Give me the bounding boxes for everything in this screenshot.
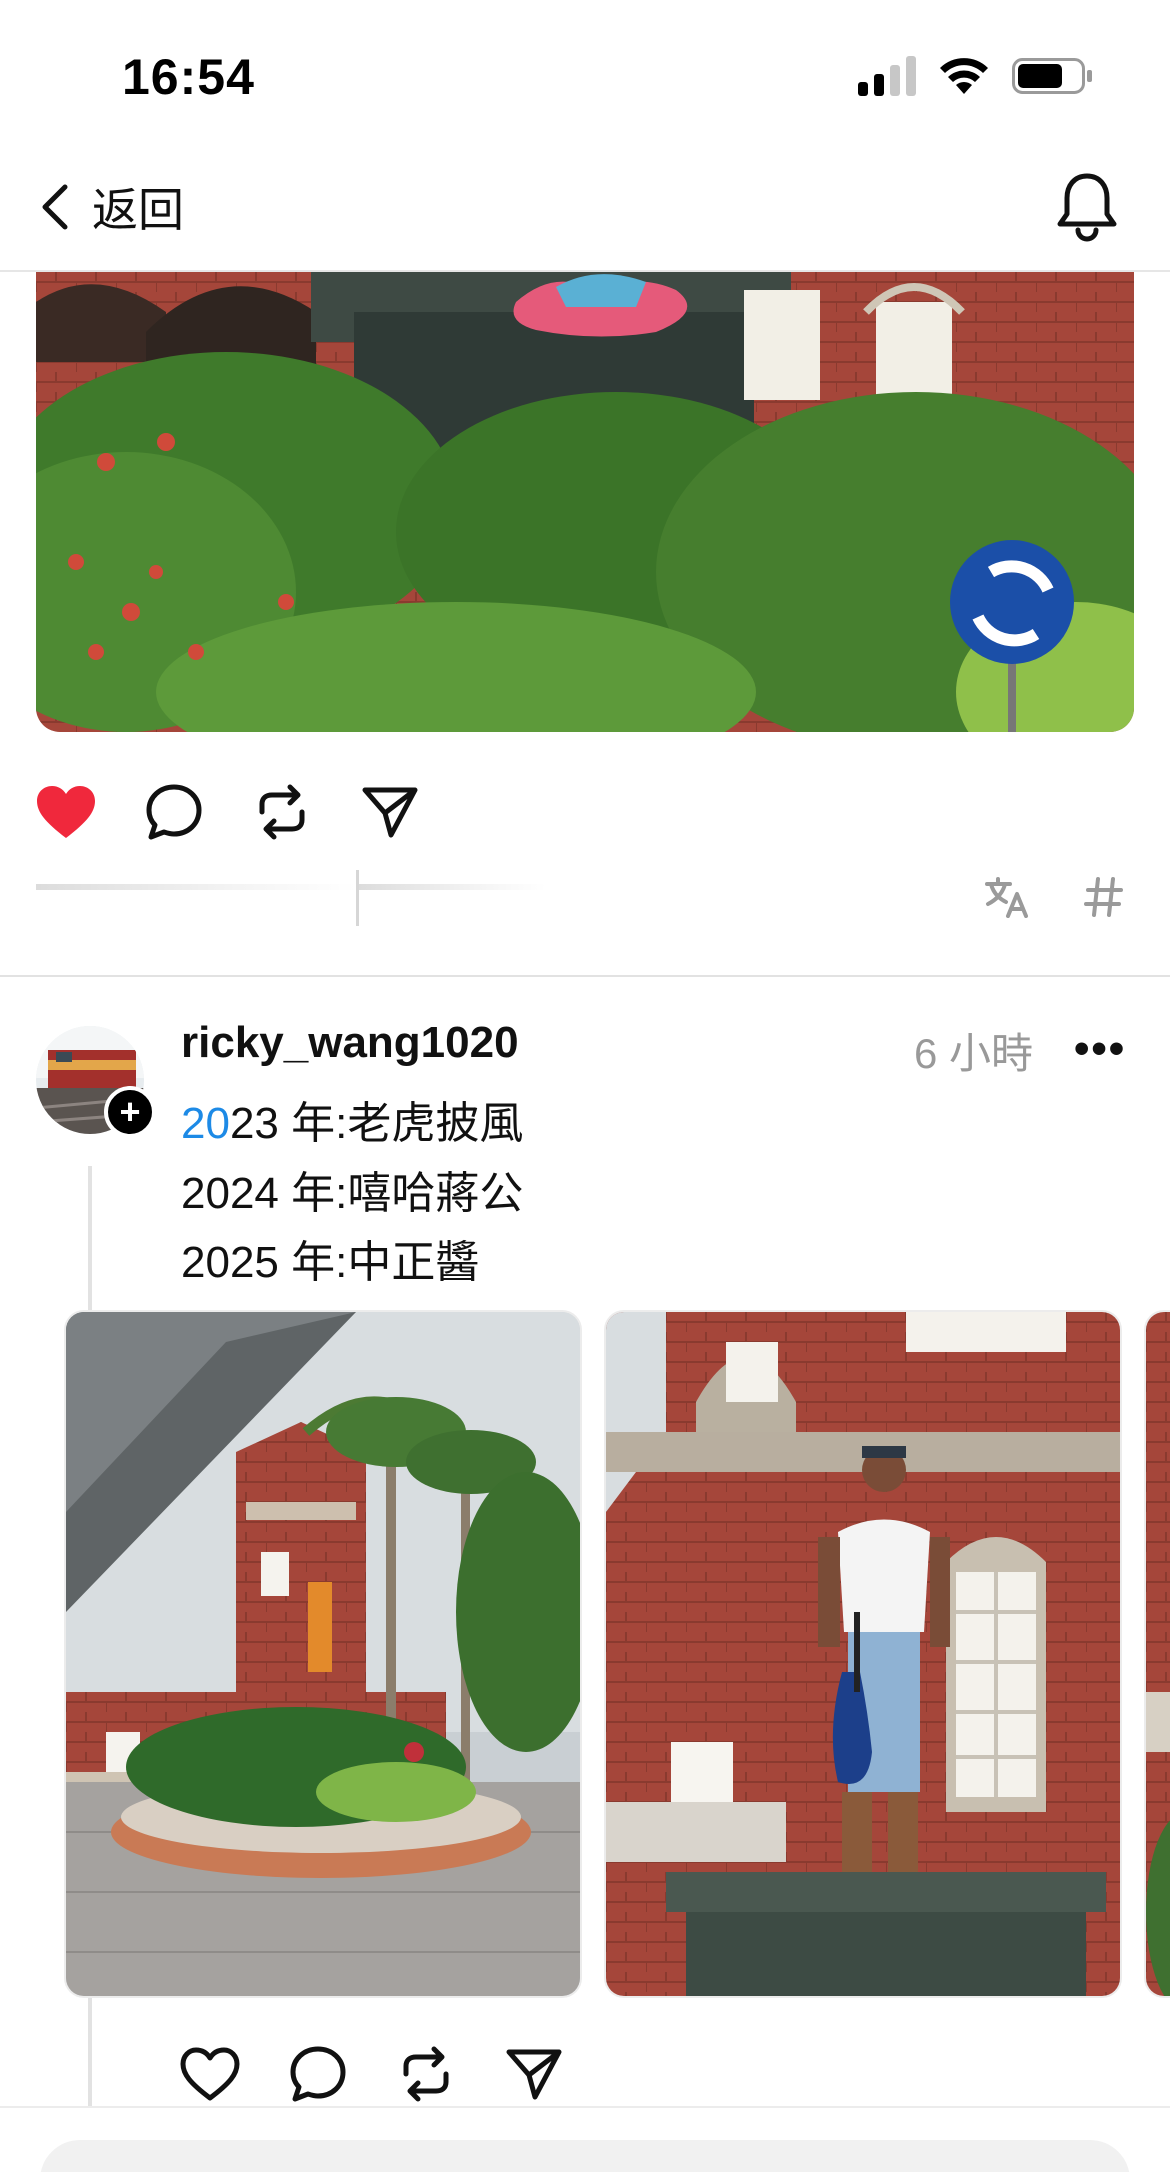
post1-tools bbox=[984, 876, 1124, 918]
share-icon bbox=[506, 2049, 562, 2100]
chevron-left-icon bbox=[42, 184, 68, 230]
heart-icon bbox=[37, 786, 95, 838]
top-nav-bar: 返回 bbox=[0, 150, 1170, 272]
bottom-divider bbox=[0, 2106, 1170, 2108]
carousel-image-2[interactable] bbox=[604, 1310, 1122, 1998]
comment-button[interactable] bbox=[142, 780, 206, 844]
post2-actions bbox=[178, 2042, 610, 2106]
caption-line-2: 2024 年:嘻哈蔣公 bbox=[181, 1169, 524, 1218]
notifications-button[interactable] bbox=[1054, 170, 1120, 249]
status-icons bbox=[858, 56, 1094, 96]
username[interactable]: ricky_wang1020 bbox=[181, 1018, 519, 1068]
status-bar: 16:54 bbox=[0, 0, 1170, 150]
repost-button[interactable] bbox=[394, 2042, 458, 2106]
post-image-garden[interactable] bbox=[36, 272, 1134, 732]
share-button[interactable] bbox=[502, 2042, 566, 2106]
share-icon bbox=[362, 787, 418, 838]
comment-icon bbox=[290, 2046, 346, 2102]
post-timestamp: 6 小時 bbox=[914, 1030, 1034, 1077]
caption-line-3: 2025 年:中正醬 bbox=[181, 1238, 480, 1287]
repost-icon bbox=[403, 2046, 449, 2102]
heart-icon bbox=[180, 2047, 240, 2101]
translate-icon[interactable] bbox=[984, 876, 1030, 918]
cellular-signal-icon bbox=[858, 56, 916, 96]
status-time: 16:54 bbox=[122, 49, 255, 105]
building-photo bbox=[66, 1312, 580, 1996]
bell-icon bbox=[1057, 173, 1117, 242]
post1-actions bbox=[34, 780, 466, 844]
loading-placeholder bbox=[36, 870, 546, 926]
like-button[interactable] bbox=[34, 780, 98, 844]
repost-icon bbox=[259, 784, 305, 840]
next-photo-peek bbox=[1146, 1312, 1170, 1996]
garden-photo bbox=[36, 272, 1134, 732]
statue-photo bbox=[606, 1312, 1120, 1996]
post1-loading-meta bbox=[36, 870, 546, 926]
carousel-image-3[interactable] bbox=[1144, 1310, 1170, 1998]
reply-composer-bar[interactable] bbox=[40, 2140, 1130, 2172]
share-button[interactable] bbox=[358, 780, 422, 844]
battery-icon bbox=[1012, 58, 1092, 94]
back-button[interactable]: 返回 bbox=[40, 176, 184, 238]
follow-plus-button[interactable]: + bbox=[104, 1086, 156, 1138]
more-options-button[interactable]: ••• bbox=[1074, 1024, 1126, 1074]
like-button[interactable] bbox=[178, 2042, 242, 2106]
back-label: 返回 bbox=[92, 184, 184, 236]
hashtag-icon[interactable] bbox=[1084, 876, 1124, 918]
comment-button[interactable] bbox=[286, 2042, 350, 2106]
post-divider bbox=[0, 975, 1170, 977]
carousel-image-1[interactable] bbox=[64, 1310, 582, 1998]
comment-icon bbox=[146, 784, 202, 840]
caption-mention[interactable]: 20 bbox=[181, 1099, 230, 1148]
repost-button[interactable] bbox=[250, 780, 314, 844]
wifi-icon bbox=[940, 58, 988, 94]
caption-line-1: 2023 年:老虎披風 bbox=[181, 1099, 524, 1148]
